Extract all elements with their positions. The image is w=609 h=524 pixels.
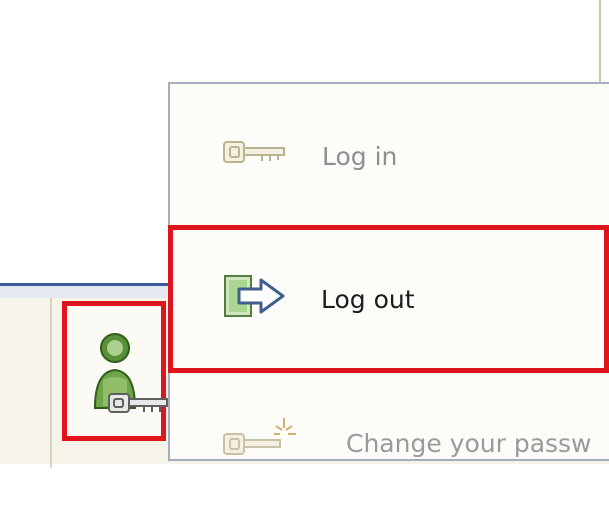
key-sparkle-icon <box>223 418 296 455</box>
user-key-icon <box>93 333 168 413</box>
menu-item-change-password[interactable]: Change your passw <box>170 384 609 524</box>
taskbar-separator <box>50 298 52 468</box>
menu-item-label: Change your passw <box>346 429 592 458</box>
menu-item-log-in[interactable]: Log in <box>170 84 609 224</box>
key-icon <box>223 141 285 163</box>
menu-item-label: Log out <box>321 285 415 314</box>
user-account-button[interactable] <box>62 301 168 441</box>
menu-item-label: Log in <box>322 142 398 171</box>
menu-item-log-out[interactable]: Log out <box>168 225 609 373</box>
logout-arrow-icon <box>224 275 285 317</box>
